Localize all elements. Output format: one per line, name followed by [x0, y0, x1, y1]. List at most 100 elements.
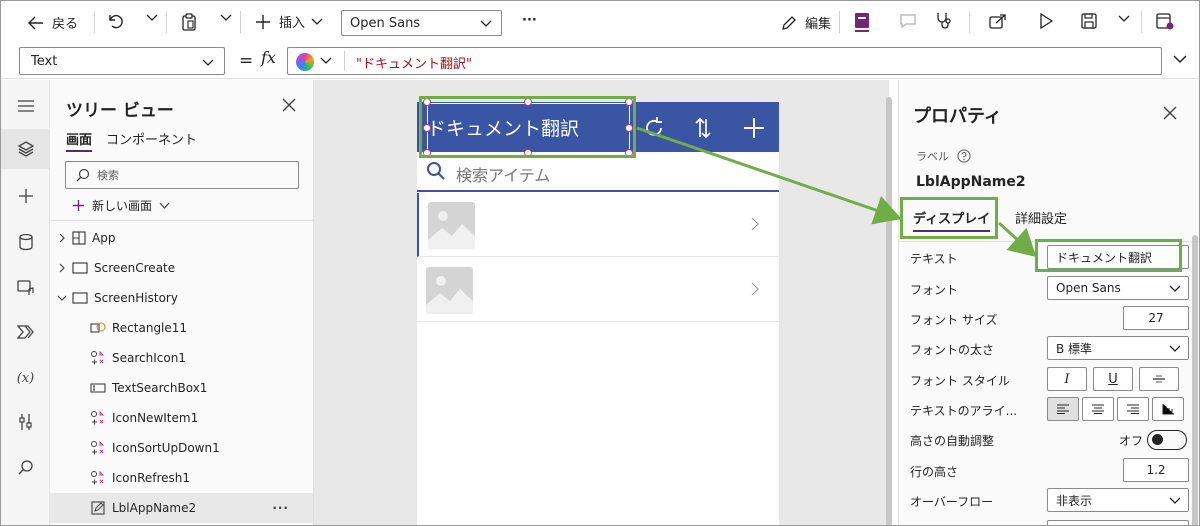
app-checker-book-button[interactable] [853, 12, 871, 32]
property-dropdown-value: Text [31, 53, 58, 69]
edit-button[interactable]: 編集 [781, 13, 831, 32]
chevron-right-icon[interactable] [751, 217, 759, 231]
underline-button[interactable]: U [1093, 367, 1133, 391]
tree-item-lblappname2[interactable]: LblAppName2 ··· [50, 493, 313, 523]
chevron-right-icon[interactable] [751, 282, 759, 296]
hamburger-icon [17, 100, 34, 112]
close-icon[interactable] [282, 98, 296, 112]
comments-button[interactable] [899, 13, 917, 29]
prop-row-auto-height: 高さの自動調整 オフ [910, 424, 1190, 454]
tree-search-input[interactable]: 検索 [65, 161, 299, 189]
font-weight-select[interactable]: B 標準 [1047, 336, 1189, 360]
save-dropdown[interactable] [1118, 15, 1130, 23]
align-center-button[interactable] [1082, 397, 1114, 421]
property-dropdown[interactable]: Text [19, 47, 225, 75]
share-icon [989, 14, 1006, 29]
tree-item-searchicon1[interactable]: SearchIcon1 [50, 343, 313, 373]
tree-item-screenhistory[interactable]: ScreenHistory [50, 283, 313, 313]
image-placeholder [428, 202, 475, 249]
new-screen-button[interactable]: 新しい画面 [72, 197, 170, 214]
chevron-down-icon [202, 59, 214, 66]
align-right-button[interactable] [1117, 397, 1149, 421]
save-button[interactable] [1081, 13, 1097, 29]
refresh-icon[interactable] [642, 116, 666, 140]
rail-media[interactable] [1, 268, 50, 308]
properties-title: プロパティ [913, 106, 1002, 127]
stethoscope-icon [937, 13, 951, 29]
publish-button[interactable] [1156, 12, 1174, 30]
chevron-right-icon[interactable] [58, 263, 66, 273]
gallery-item[interactable] [417, 258, 779, 322]
canvas-scrollbar[interactable] [886, 97, 892, 525]
tree-item-rectangle11[interactable]: Rectangle11 [50, 313, 313, 343]
tree-item-textsearchbox1[interactable]: TextSearchBox1 [50, 373, 313, 403]
share-button[interactable] [989, 13, 1007, 29]
more-options-button[interactable]: ··· [272, 501, 289, 515]
align-justify-button[interactable] [1152, 397, 1184, 421]
paste-button[interactable] [181, 13, 197, 31]
line-height-input[interactable]: 1.2 [1123, 458, 1189, 482]
rail-power-automate[interactable] [1, 312, 50, 352]
chevron-down-icon[interactable] [1172, 53, 1188, 65]
paste-dropdown[interactable] [220, 14, 232, 22]
copilot-icon[interactable] [296, 53, 314, 71]
sort-up-down-icon[interactable] [695, 116, 711, 140]
plus-icon[interactable] [743, 117, 765, 139]
help-icon[interactable] [957, 149, 971, 163]
properties-scrollbar[interactable] [1192, 235, 1198, 525]
more-commands-button[interactable]: ··· [522, 13, 537, 28]
app-checker-button[interactable] [935, 12, 953, 30]
rail-data[interactable] [1, 222, 50, 262]
formula-text[interactable]: "ドキュメント翻訳" [356, 53, 472, 72]
icon-control-icon [91, 410, 105, 425]
close-icon[interactable] [1163, 106, 1177, 120]
tree-item-label: IconSortUpDown1 [112, 441, 220, 455]
hamburger-button[interactable] [1, 86, 50, 126]
font-dropdown[interactable]: Open Sans [341, 10, 502, 36]
tree-item-label: ScreenHistory [94, 291, 178, 305]
new-screen-label: 新しい画面 [92, 199, 153, 213]
tree-item-iconrefresh1[interactable]: IconRefresh1 [50, 463, 313, 493]
tab-screens[interactable]: 画面 [66, 129, 93, 152]
rail-variables[interactable]: (x) [1, 358, 50, 398]
tab-advanced[interactable]: 詳細設定 [1015, 208, 1067, 227]
tree-item-label: IconRefresh1 [112, 471, 191, 485]
align-left-button[interactable] [1047, 397, 1079, 421]
back-button[interactable]: 戻る [28, 13, 78, 32]
chevron-down-icon [480, 20, 492, 27]
insert-button[interactable]: 插入 [255, 12, 323, 31]
chevron-right-icon[interactable] [58, 233, 66, 243]
chevron-down-icon[interactable] [57, 294, 67, 302]
play-icon [1040, 13, 1053, 29]
rail-search[interactable] [1, 447, 50, 487]
tree-item-screencreate[interactable]: ScreenCreate [50, 253, 313, 283]
chevron-down-icon [146, 14, 158, 21]
fx-icon[interactable]: fx [261, 48, 276, 67]
strikethrough-button[interactable] [1139, 367, 1179, 391]
separator [344, 51, 345, 71]
preview-button[interactable] [1039, 13, 1053, 29]
rail-advanced-tools[interactable] [1, 402, 50, 442]
overflow-select[interactable]: 非表示 [1047, 488, 1189, 512]
auto-height-toggle[interactable] [1147, 430, 1187, 450]
tree-item-iconsortupdown1[interactable]: IconSortUpDown1 [50, 433, 313, 463]
italic-icon: I [1064, 371, 1070, 387]
prop-row-font-size: フォント サイズ 27 [910, 303, 1190, 333]
search-placeholder: 検索アイテム [456, 166, 551, 185]
rail-insert[interactable] [1, 176, 50, 216]
tree-item-iconnewitem1[interactable]: IconNewItem1 [50, 403, 313, 433]
next-property-input[interactable] [1047, 520, 1189, 525]
tree-item-app[interactable]: App [50, 223, 313, 253]
font-size-input[interactable]: 27 [1123, 306, 1189, 330]
undo-button[interactable] [107, 13, 123, 29]
separator [839, 11, 840, 33]
chevron-down-icon[interactable] [320, 54, 332, 66]
formula-input[interactable]: "ドキュメント翻訳" [287, 47, 1162, 75]
rail-tree-view[interactable] [1, 129, 50, 169]
italic-button[interactable]: I [1047, 367, 1087, 391]
search-box[interactable]: 検索アイテム [417, 152, 779, 192]
gallery-item[interactable] [417, 193, 779, 257]
font-select[interactable]: Open Sans [1047, 276, 1189, 300]
undo-dropdown[interactable] [146, 14, 158, 22]
tab-components[interactable]: コンポーネント [106, 129, 197, 148]
